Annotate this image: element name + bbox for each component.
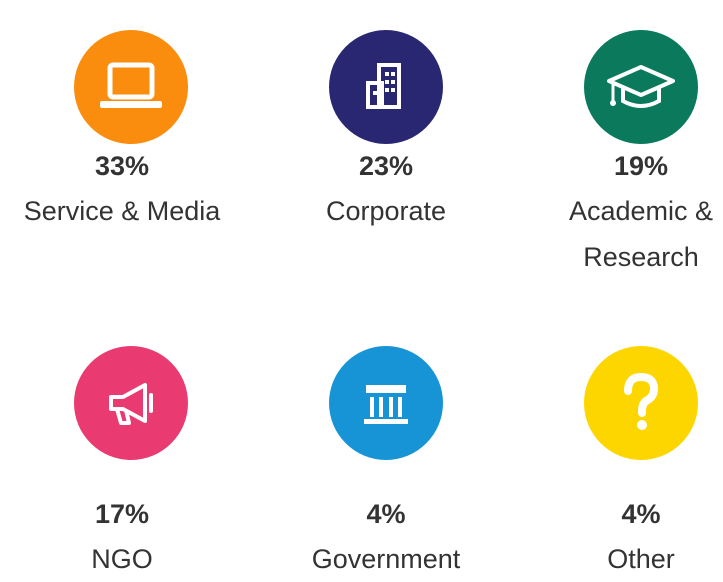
corporate-label: Corporate [325, 196, 447, 226]
question-mark-icon [616, 371, 666, 435]
government-building-icon [354, 373, 418, 433]
laptop-icon [96, 57, 166, 117]
ngo-label: NGO [91, 544, 153, 574]
government-percent: 4% [366, 499, 406, 529]
government-circle [329, 346, 443, 460]
academic-research-label-line2: Research [583, 242, 699, 272]
academic-research-percent: 19% [613, 151, 669, 181]
other-percent: 4% [621, 499, 661, 529]
government-label: Government [311, 544, 461, 574]
other-label: Other [607, 544, 675, 574]
building-icon [356, 57, 416, 117]
megaphone-icon [99, 373, 163, 433]
other-circle [584, 346, 698, 460]
service-media-circle [74, 30, 188, 144]
ngo-percent: 17% [94, 499, 150, 529]
corporate-percent: 23% [358, 151, 414, 181]
service-media-percent: 33% [94, 151, 150, 181]
academic-research-label-line1: Academic & [568, 196, 714, 226]
academic-research-circle [584, 30, 698, 144]
service-media-label: Service & Media [23, 196, 221, 226]
ngo-circle [74, 346, 188, 460]
graduation-cap-icon [601, 57, 681, 117]
corporate-circle [329, 30, 443, 144]
